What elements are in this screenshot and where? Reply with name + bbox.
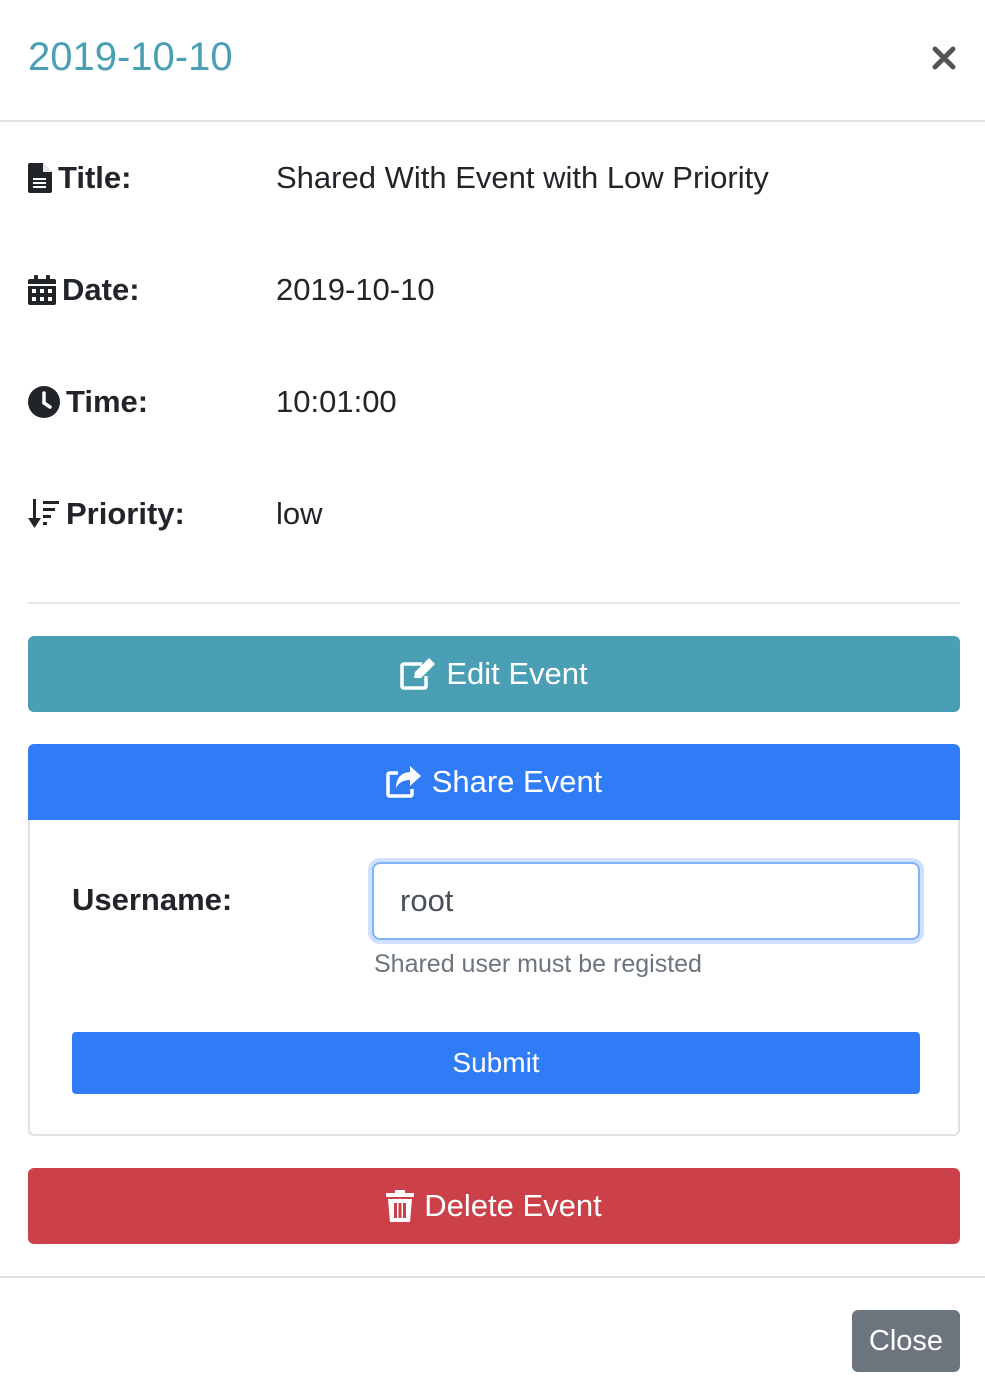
title-label: Title: <box>58 160 132 195</box>
username-input[interactable] <box>372 862 920 940</box>
share-square-icon <box>385 766 422 798</box>
username-help-text: Shared user must be registed <box>374 950 702 978</box>
delete-event-button[interactable]: Delete Event <box>28 1168 960 1244</box>
share-event-label: Share Event <box>431 764 603 799</box>
modal-footer-divider <box>0 1276 985 1278</box>
time-value: 10:01:00 <box>276 384 397 419</box>
date-value: 2019-10-10 <box>276 272 435 307</box>
priority-value: low <box>276 496 323 531</box>
close-button[interactable]: Close <box>852 1310 960 1372</box>
submit-button[interactable]: Submit <box>72 1032 920 1094</box>
calendar-icon <box>28 275 56 305</box>
edit-event-button[interactable]: Edit Event <box>28 636 960 712</box>
clock-icon <box>28 386 60 418</box>
share-event-button[interactable]: Share Event <box>28 744 960 820</box>
date-label: Date: <box>62 272 140 307</box>
priority-label: Priority: <box>66 496 185 531</box>
title-value: Shared With Event with Low Priority <box>276 160 769 195</box>
edit-icon <box>400 658 436 690</box>
section-divider <box>28 602 960 604</box>
detail-row-date: Date: 2019-10-10 <box>28 270 435 310</box>
username-label: Username: <box>72 882 233 917</box>
delete-event-label: Delete Event <box>424 1188 602 1223</box>
detail-row-priority: Priority: low <box>28 494 323 534</box>
edit-event-label: Edit Event <box>446 656 588 691</box>
detail-row-title: Title: Shared With Event with Low Priori… <box>28 158 769 198</box>
file-icon <box>28 163 52 193</box>
time-label: Time: <box>66 384 149 419</box>
close-icon[interactable] <box>922 36 966 80</box>
modal-title: 2019-10-10 <box>28 35 233 79</box>
share-form-panel: Username: Shared user must be registed S… <box>28 820 960 1136</box>
detail-row-time: Time: 10:01:00 <box>28 382 397 422</box>
trash-icon <box>386 1190 415 1222</box>
modal-header: 2019-10-10 <box>0 0 985 122</box>
sort-amount-down-icon <box>28 499 60 529</box>
